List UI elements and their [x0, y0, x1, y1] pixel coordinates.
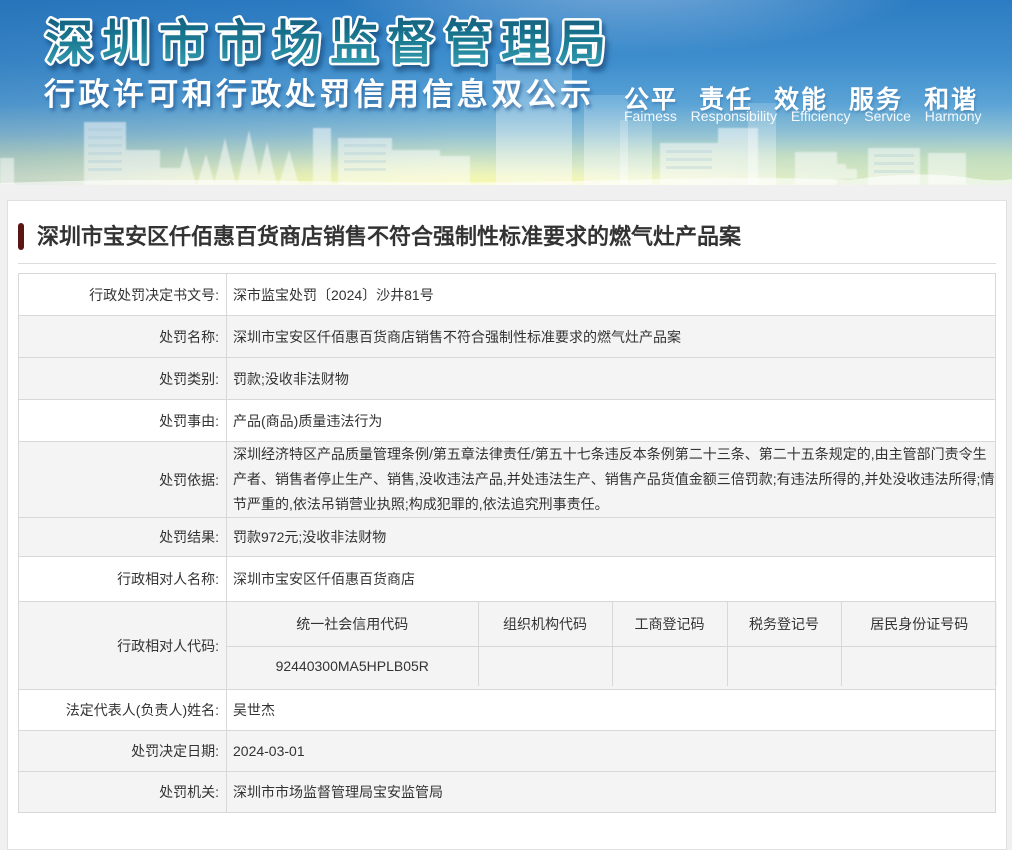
svg-text:深圳市市场监督管理局: 深圳市市场监督管理局 [45, 17, 615, 70]
